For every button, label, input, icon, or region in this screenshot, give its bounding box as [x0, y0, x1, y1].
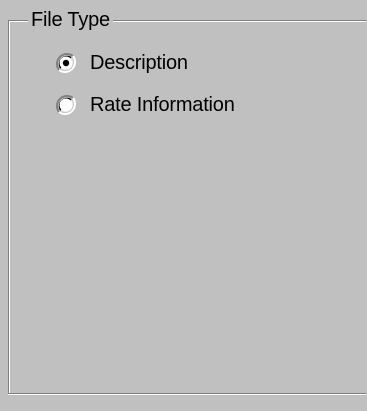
- radio-description-label: Description: [90, 52, 188, 74]
- radio-description[interactable]: Description: [55, 51, 188, 75]
- radio-rate-information[interactable]: Rate Information: [55, 93, 235, 117]
- radio-selected-icon[interactable]: [55, 52, 77, 74]
- groupbox-title: File Type: [28, 9, 113, 31]
- radio-rate-information-label: Rate Information: [90, 94, 235, 116]
- radio-unselected-icon[interactable]: [55, 94, 77, 116]
- file-type-groupbox: [8, 20, 366, 394]
